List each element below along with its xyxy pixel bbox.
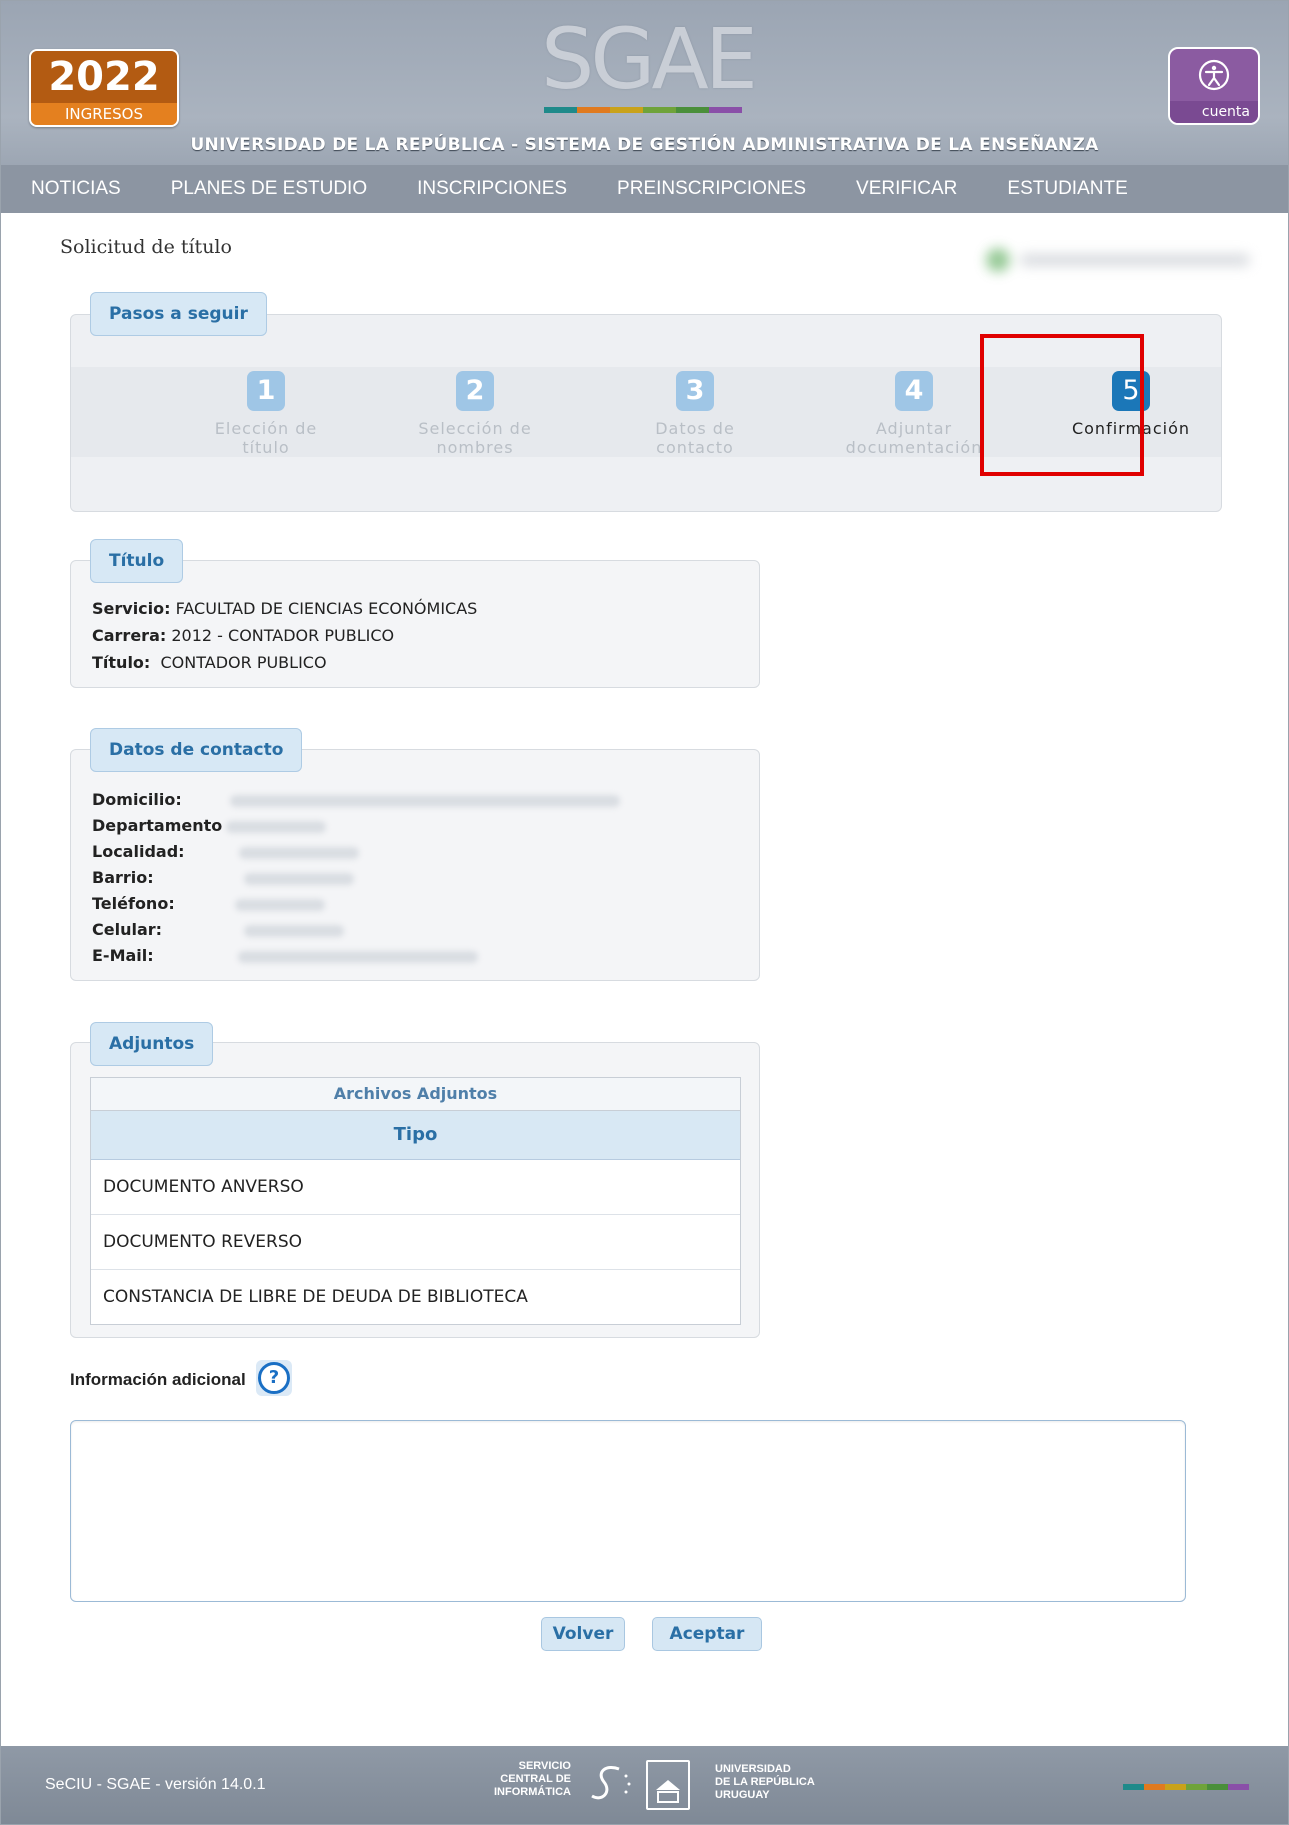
email-value-redacted	[237, 950, 478, 963]
footer-color-bar	[1123, 1784, 1249, 1790]
carrera-value: 2012 - CONTADOR PUBLICO	[171, 626, 395, 645]
accept-button[interactable]: Aceptar	[652, 1617, 762, 1651]
help-icon: ?	[258, 1362, 290, 1394]
step-number: 3	[676, 371, 714, 411]
servicio-label: Servicio:	[92, 599, 171, 618]
step-1: 1 Elección de título	[166, 371, 366, 457]
udelar-logo-icon	[646, 1760, 690, 1810]
barrio-label: Barrio:	[92, 868, 154, 887]
year-text: 2022	[31, 51, 177, 103]
step-number: 2	[456, 371, 494, 411]
footer: SeCIU - SGAE - versión 14.0.1 SERVICIO C…	[1, 1746, 1288, 1824]
nav-verificar[interactable]: VERIFICAR	[856, 178, 957, 200]
telefono-value-redacted	[234, 898, 325, 911]
help-button[interactable]: ?	[256, 1360, 292, 1396]
back-button[interactable]: Volver	[541, 1617, 625, 1651]
step-number: 1	[247, 371, 285, 411]
table-caption: Archivos Adjuntos	[91, 1078, 740, 1111]
nav-estudiante[interactable]: ESTUDIANTE	[1007, 178, 1127, 200]
step-2: 2 Selección de nombres	[375, 371, 575, 457]
contacto-fields: Domicilio: Departamento Localidad: Barri…	[92, 787, 620, 969]
email-label: E-Mail:	[92, 946, 154, 965]
email-row: E-Mail:	[92, 943, 620, 969]
telefono-row: Teléfono:	[92, 891, 620, 917]
attachments-table: Archivos Adjuntos Tipo DOCUMENTO ANVERSO…	[90, 1077, 741, 1325]
page-title: Solicitud de título	[60, 236, 232, 258]
nav-inscripciones[interactable]: INSCRIPCIONES	[417, 178, 567, 200]
additional-info-textarea[interactable]	[70, 1420, 1186, 1602]
celular-label: Celular:	[92, 920, 163, 939]
sgae-logo[interactable]: SGAE	[541, 10, 758, 113]
nav-preinscripciones[interactable]: PREINSCRIPCIONES	[617, 178, 806, 200]
localidad-row: Localidad:	[92, 839, 620, 865]
departamento-row: Departamento	[92, 813, 620, 839]
udelar-text: UNIVERSIDAD DE LA REPÚBLICA URUGUAY	[715, 1763, 815, 1801]
nav-planes-de-estudio[interactable]: PLANES DE ESTUDIO	[171, 178, 367, 200]
barrio-row: Barrio:	[92, 865, 620, 891]
titulo-row: Título: CONTADOR PUBLICO	[92, 650, 327, 676]
main-nav: NOTICIAS PLANES DE ESTUDIO INSCRIPCIONES…	[1, 165, 1288, 213]
carrera-row: Carrera: 2012 - CONTADOR PUBLICO	[92, 623, 394, 649]
accessibility-icon	[1170, 49, 1258, 101]
sgae-color-bar	[544, 107, 742, 113]
step-label: Datos de	[655, 419, 735, 438]
account-button[interactable]: cuenta	[1168, 47, 1260, 125]
year-logo[interactable]: 2022 INGRESOS	[29, 49, 179, 127]
status-dot	[986, 248, 1010, 272]
table-header-tipo[interactable]: Tipo	[91, 1111, 740, 1160]
telefono-label: Teléfono:	[92, 894, 175, 913]
table-row: DOCUMENTO REVERSO	[91, 1215, 740, 1270]
sgae-logo-text: SGAE	[541, 10, 758, 108]
step-label: Adjuntar	[875, 419, 953, 438]
barrio-value-redacted	[243, 872, 354, 885]
step-number: 4	[895, 371, 933, 411]
step-label: Elección de	[214, 419, 318, 438]
step-3: 3 Datos de contacto	[595, 371, 795, 457]
contacto-heading: Datos de contacto	[90, 728, 303, 772]
localidad-value-redacted	[238, 846, 359, 859]
carrera-label: Carrera:	[92, 626, 167, 645]
domicilio-label: Domicilio:	[92, 790, 182, 809]
domicilio-value-redacted	[229, 794, 620, 807]
departamento-label: Departamento	[92, 816, 223, 835]
info-label: Información adicional	[70, 1370, 246, 1389]
version-text: SeCIU - SGAE - versión 14.0.1	[45, 1776, 266, 1793]
steps-heading: Pasos a seguir	[90, 292, 267, 336]
university-title: UNIVERSIDAD DE LA REPÚBLICA - SISTEMA DE…	[190, 135, 1099, 155]
sci-text: SERVICIO CENTRAL DE INFORMÁTICA	[494, 1760, 571, 1798]
account-label: cuenta	[1170, 101, 1258, 123]
sci-logo-icon	[591, 1766, 631, 1800]
domicilio-row: Domicilio:	[92, 787, 620, 813]
celular-value-redacted	[244, 924, 345, 937]
year-subtitle: INGRESOS	[31, 103, 177, 125]
nav-noticias[interactable]: NOTICIAS	[31, 178, 121, 200]
titulo-value: CONTADOR PUBLICO	[160, 653, 327, 672]
servicio-value: FACULTAD DE CIENCIAS ECONÓMICAS	[175, 599, 478, 618]
table-row: DOCUMENTO ANVERSO	[91, 1160, 740, 1215]
titulo-label: Título:	[92, 653, 151, 672]
user-status-widget	[980, 242, 1260, 278]
servicio-row: Servicio: FACULTAD DE CIENCIAS ECONÓMICA…	[92, 596, 477, 622]
table-row: CONSTANCIA DE LIBRE DE DEUDA DE BIBLIOTE…	[91, 1270, 740, 1324]
header: 2022 INGRESOS SGAE cuenta UNIVERSIDAD DE…	[1, 1, 1288, 213]
departamento-value-redacted	[226, 820, 327, 833]
localidad-label: Localidad:	[92, 842, 185, 861]
step-label: Selección de	[418, 419, 532, 438]
adjuntos-heading: Adjuntos	[90, 1022, 214, 1066]
titulo-heading: Título	[90, 539, 184, 583]
celular-row: Celular:	[92, 917, 620, 943]
highlight-box	[980, 334, 1144, 476]
